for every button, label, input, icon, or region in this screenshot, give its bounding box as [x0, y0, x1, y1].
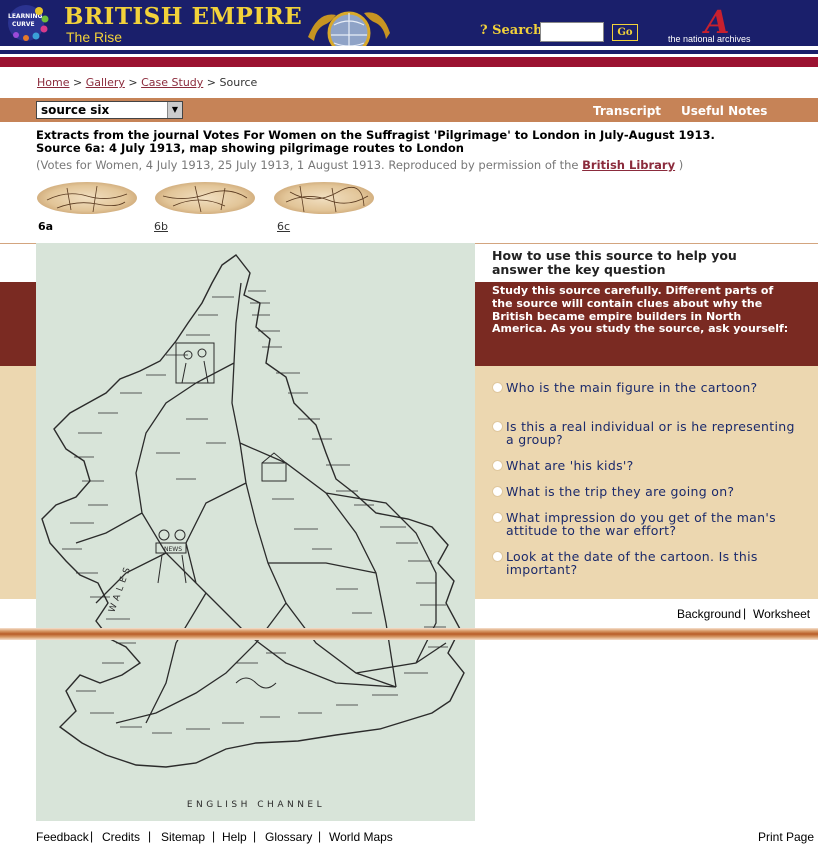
thumbnail-link-6b[interactable]: 6b	[154, 220, 168, 233]
thumbnail-6b[interactable]	[155, 182, 255, 214]
worksheet-link[interactable]: Worksheet	[753, 607, 810, 621]
thumbnail-6a[interactable]	[37, 182, 137, 214]
footer-separator: |	[318, 829, 322, 843]
breadcrumb-separator: >	[72, 76, 83, 89]
link-separator: |	[743, 606, 747, 620]
search-input[interactable]	[540, 22, 604, 42]
question-item: Who is the main figure in the cartoon?	[506, 380, 758, 395]
breadcrumb-case-study[interactable]: Case Study	[141, 76, 203, 89]
thumbnail-label-6a: 6a	[38, 220, 54, 233]
thumbnail-link-6c[interactable]: 6c	[277, 220, 290, 233]
footer-world-maps-link[interactable]: World Maps	[329, 830, 393, 844]
study-instructions: Study this source carefully. Different p…	[492, 284, 789, 336]
question-bullet-icon	[492, 460, 503, 471]
map-sea-label: ENGLISH CHANNEL	[187, 800, 325, 810]
source-select[interactable]: source six ▼	[36, 101, 183, 119]
footer-separator: |	[90, 829, 94, 843]
footer-separator: |	[253, 829, 257, 843]
header-stripe	[0, 57, 818, 67]
national-archives-letter: A	[702, 3, 730, 37]
question-bullet-icon	[492, 382, 503, 393]
site-subtitle: The Rise	[66, 29, 123, 45]
background-link[interactable]: Background	[677, 607, 741, 621]
useful-notes-link[interactable]: Useful Notes	[681, 104, 767, 118]
credit-text: (Votes for Women, 4 July 1913, 25 July 1…	[36, 158, 579, 172]
footer-separator: |	[148, 829, 152, 843]
question-item: Look at the date of the cartoon. Is this…	[506, 549, 758, 577]
question-item: What impression do you get of the man's …	[506, 510, 776, 538]
source-caption: Source 6a: 4 July 1913, map showing pilg…	[36, 141, 464, 155]
breadcrumb-separator: >	[128, 76, 138, 89]
question-bullet-icon	[492, 551, 503, 562]
national-archives-text[interactable]: the national archives	[668, 34, 751, 44]
footer-glossary-link[interactable]: Glossary	[265, 830, 312, 844]
print-page-link[interactable]: Print Page	[758, 830, 814, 844]
breadcrumb-separator: >	[206, 76, 217, 89]
breadcrumb: Home > Gallery > Case Study > Source	[37, 76, 257, 89]
pilgrimage-route-map[interactable]: NEWS WALES ENGLISH CHANNEL	[36, 243, 475, 821]
site-title[interactable]: BRITISH EMPIRE	[64, 4, 302, 30]
question-bullet-icon	[492, 486, 503, 497]
question-item: What is the trip they are going on?	[506, 484, 735, 499]
footer-help-link[interactable]: Help	[222, 830, 247, 844]
national-archives-logo[interactable]: A	[700, 3, 734, 37]
source-select-value: source six	[41, 103, 110, 117]
source-description: Extracts from the journal Votes For Wome…	[36, 128, 715, 142]
footer-credits-link[interactable]: Credits	[102, 830, 140, 844]
svg-text:CURVE: CURVE	[12, 21, 35, 28]
search-label: ? Search	[480, 23, 543, 38]
question-bullet-icon	[492, 421, 503, 432]
chevron-down-icon[interactable]: ▼	[167, 102, 182, 118]
learning-curve-logo[interactable]: LEARNING CURVE	[2, 3, 50, 43]
question-item: What are 'his kids'?	[506, 458, 634, 473]
credit-close: )	[678, 158, 684, 172]
breadcrumb-gallery[interactable]: Gallery	[86, 76, 125, 89]
question-item: Is this a real individual or is he repre…	[506, 419, 795, 447]
breadcrumb-home[interactable]: Home	[37, 76, 69, 89]
howto-heading: How to use this source to help you answe…	[492, 248, 737, 277]
question-bullet-icon	[492, 512, 503, 523]
transcript-link[interactable]: Transcript	[593, 104, 661, 118]
british-library-link[interactable]: British Library	[582, 158, 675, 172]
breadcrumb-current: Source	[219, 76, 258, 89]
footer-feedback-link[interactable]: Feedback	[36, 830, 89, 844]
section-divider	[0, 628, 818, 640]
source-credit: (Votes for Women, 4 July 1913, 25 July 1…	[36, 158, 683, 172]
footer-separator: |	[212, 829, 216, 843]
thumbnail-6c[interactable]	[274, 182, 374, 214]
footer-sitemap-link[interactable]: Sitemap	[161, 830, 205, 844]
map-banner-label: NEWS	[164, 546, 182, 553]
go-button[interactable]: Go	[612, 24, 638, 41]
